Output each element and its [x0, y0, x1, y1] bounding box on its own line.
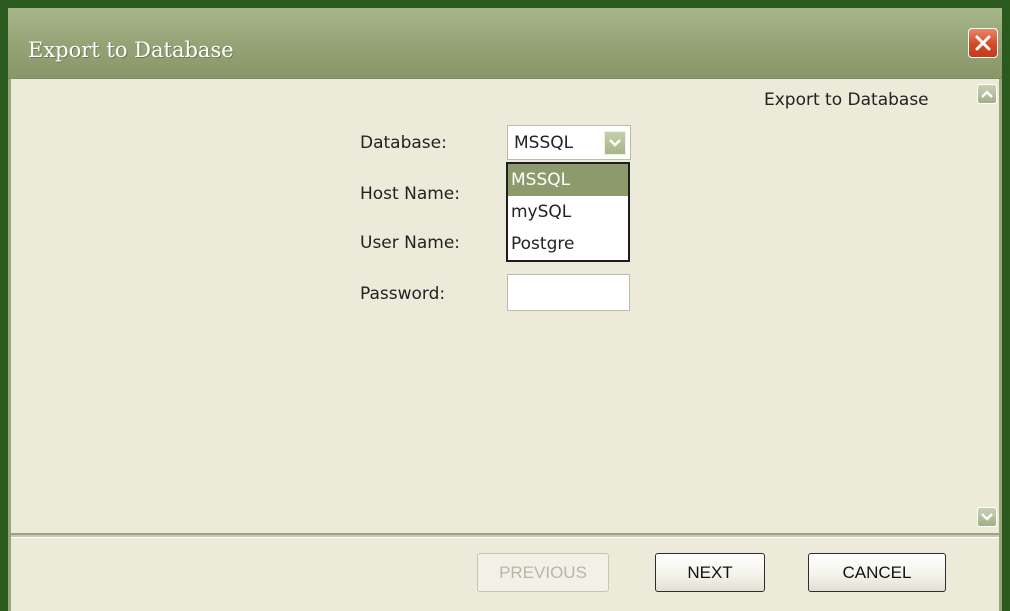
password-label: Password:	[360, 284, 446, 304]
cancel-button[interactable]: CANCEL	[808, 553, 946, 592]
dropdown-option-mysql[interactable]: mySQL	[508, 196, 628, 228]
database-selected-value: MSSQL	[514, 133, 574, 153]
close-button[interactable]	[968, 28, 998, 58]
close-icon	[975, 35, 991, 51]
scroll-up-button[interactable]	[977, 84, 997, 104]
database-label: Database:	[360, 133, 447, 153]
chevron-down-icon	[981, 513, 993, 521]
database-select[interactable]: MSSQL	[507, 125, 631, 160]
title-bar[interactable]: Export to Database	[8, 8, 1002, 79]
vertical-scrollbar[interactable]	[976, 105, 998, 505]
content-area	[11, 79, 999, 533]
previous-button[interactable]: PREVIOUS	[477, 553, 609, 592]
scroll-down-button[interactable]	[977, 507, 997, 527]
database-dropdown-list: MSSQL mySQL Postgre	[506, 162, 630, 262]
dropdown-arrow-button[interactable]	[604, 131, 626, 155]
user-name-label: User Name:	[360, 233, 461, 253]
host-name-label: Host Name:	[360, 184, 460, 204]
next-button[interactable]: NEXT	[655, 553, 765, 592]
dropdown-option-postgre[interactable]: Postgre	[508, 228, 628, 260]
page-heading: Export to Database	[764, 90, 929, 110]
chevron-down-icon	[609, 139, 621, 147]
chevron-up-icon	[981, 90, 993, 98]
password-input[interactable]	[507, 274, 630, 311]
window-title: Export to Database	[28, 38, 234, 62]
dropdown-option-mssql[interactable]: MSSQL	[508, 164, 628, 196]
